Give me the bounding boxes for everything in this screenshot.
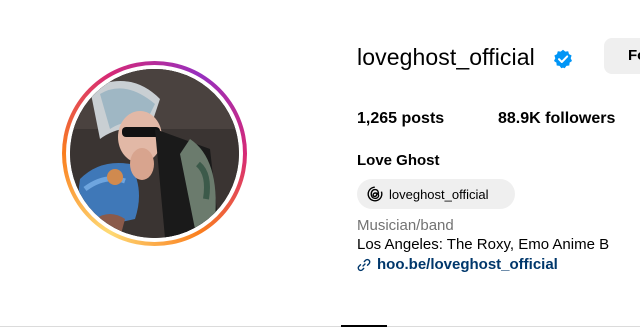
threads-icon: [367, 186, 383, 202]
followers-label: followers: [545, 110, 616, 127]
profile-category: Musician/band: [357, 217, 454, 234]
followers-stat[interactable]: 88.9K followers: [498, 110, 615, 128]
profile-bio: Los Angeles: The Roxy, Emo Anime B: [357, 236, 610, 253]
avatar-photo: [70, 69, 239, 238]
avatar-story-ring[interactable]: [62, 61, 247, 246]
follow-button[interactable]: Fo: [604, 38, 640, 74]
posts-count: 1,265: [357, 110, 398, 127]
active-tab-indicator: [341, 325, 387, 327]
profile-username: loveghost_official: [357, 44, 535, 70]
verified-badge-icon: [554, 49, 572, 69]
posts-stat[interactable]: 1,265 posts: [357, 110, 444, 128]
posts-label: posts: [401, 110, 445, 127]
profile-link[interactable]: hoo.be/loveghost_official: [357, 256, 558, 273]
tabs-divider: [0, 326, 640, 327]
threads-badge[interactable]: loveghost_official: [357, 179, 515, 209]
avatar-ring-gap: [66, 65, 243, 242]
profile-link-text: hoo.be/loveghost_official: [377, 256, 558, 273]
avatar[interactable]: [70, 69, 239, 238]
threads-handle: loveghost_official: [389, 186, 489, 202]
followers-count: 88.9K: [498, 110, 541, 127]
link-icon: [357, 258, 371, 271]
display-name: Love Ghost: [357, 152, 440, 169]
